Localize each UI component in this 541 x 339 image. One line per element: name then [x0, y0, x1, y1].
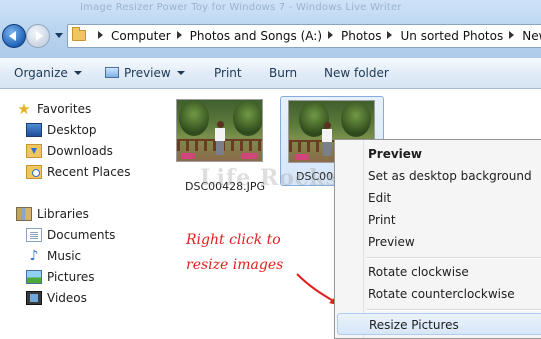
folder-icon: [72, 27, 86, 41]
back-button[interactable]: [2, 24, 26, 48]
sidebar-item-label: Music: [47, 249, 82, 263]
sidebar-item-label: Videos: [47, 291, 87, 305]
breadcrumb-separator[interactable]: [387, 31, 393, 39]
menu-item-set-desktop-background[interactable]: Set as desktop background: [337, 165, 541, 187]
menu-item-label: Resize Pictures: [369, 318, 459, 332]
breadcrumb-separator[interactable]: [98, 31, 103, 39]
navigation-pane: ★ Favorites Desktop Downloads Recent Pla…: [0, 89, 168, 335]
annotation-line: Right click to: [186, 232, 281, 248]
print-button[interactable]: Print: [214, 66, 242, 80]
pictures-icon: [26, 270, 42, 284]
breadcrumb-separator[interactable]: [509, 31, 515, 39]
menu-item-preview-default[interactable]: Preview: [337, 143, 541, 165]
breadcrumb-separator[interactable]: [176, 31, 182, 39]
menu-item-label: Rotate counterclockwise: [368, 287, 515, 301]
menu-item-rotate-clockwise[interactable]: Rotate clockwise: [337, 261, 541, 283]
breadcrumb: Computer Photos and Songs (A:) Photos Un so…: [92, 29, 541, 43]
breadcrumb-separator[interactable]: [328, 31, 333, 39]
documents-icon: [26, 228, 42, 242]
menu-item-rotate-counterclockwise[interactable]: Rotate counterclockwise: [337, 283, 541, 305]
sidebar-item-label: Recent Places: [47, 165, 131, 179]
libraries-icon: [16, 207, 32, 221]
star-icon: ★: [17, 100, 31, 118]
breadcrumb-drive[interactable]: Photos and Songs (A:): [190, 29, 322, 43]
recent-places-icon: [26, 165, 42, 179]
new-folder-button[interactable]: New folder: [324, 66, 389, 80]
sidebar-item-label: Documents: [47, 228, 116, 242]
sidebar-item-label: Downloads: [47, 144, 113, 158]
menu-item-resize-pictures[interactable]: Resize Pictures: [337, 313, 541, 335]
sidebar-item-label: Libraries: [37, 207, 89, 221]
sidebar-item-label: Favorites: [37, 102, 92, 116]
sidebar-item-label: Pictures: [47, 270, 95, 284]
menu-separator: [366, 309, 541, 311]
preview-icon: [105, 67, 119, 78]
window-title: Image Resizer Power Toy for Windows 7 - …: [80, 2, 402, 13]
breadcrumb-photos[interactable]: Photos: [341, 29, 381, 43]
forward-button[interactable]: [26, 24, 50, 48]
menu-item-print[interactable]: Print: [337, 209, 541, 231]
chevron-down-icon: [73, 71, 82, 75]
command-bar: Organize Preview Print Burn New folder: [0, 58, 541, 89]
organize-button[interactable]: Organize: [14, 66, 82, 80]
menu-item-label: Rotate clockwise: [368, 265, 469, 279]
title-bar: Image Resizer Power Toy for Windows 7 - …: [0, 0, 541, 58]
desktop-icon: [26, 123, 42, 137]
annotation-line: resize images: [186, 257, 284, 273]
music-icon: ♪: [29, 248, 39, 264]
menu-item-label: Preview: [368, 147, 423, 161]
breadcrumb-computer[interactable]: Computer: [111, 29, 171, 43]
downloads-icon: [26, 144, 42, 158]
videos-icon: [26, 291, 42, 305]
preview-button[interactable]: Preview: [105, 66, 185, 80]
photo-thumbnail: [176, 99, 263, 162]
breadcrumb-new-folder[interactable]: New fol: [522, 29, 541, 43]
address-bar[interactable]: Computer Photos and Songs (A:) Photos Un so…: [67, 24, 541, 48]
chevron-down-icon: [176, 71, 185, 75]
menu-item-preview[interactable]: Preview: [337, 231, 541, 253]
burn-button[interactable]: Burn: [269, 66, 297, 80]
organize-label: Organize: [14, 66, 68, 80]
sidebar-item-label: Desktop: [47, 123, 97, 137]
menu-item-label: Edit: [368, 191, 392, 205]
breadcrumb-unsorted-photos[interactable]: Un sorted Photos: [400, 29, 503, 43]
recent-pages-dropdown[interactable]: [55, 33, 63, 38]
context-menu: Preview Set as desktop background Edit P…: [334, 139, 541, 339]
menu-item-label: Preview: [368, 235, 415, 249]
menu-item-label: Print: [368, 213, 396, 227]
annotation-text: Right click to resize images: [186, 228, 283, 278]
preview-label: Preview: [124, 66, 171, 80]
menu-item-edit[interactable]: Edit: [337, 187, 541, 209]
menu-item-label: Set as desktop background: [368, 169, 532, 183]
menu-separator: [366, 257, 541, 259]
